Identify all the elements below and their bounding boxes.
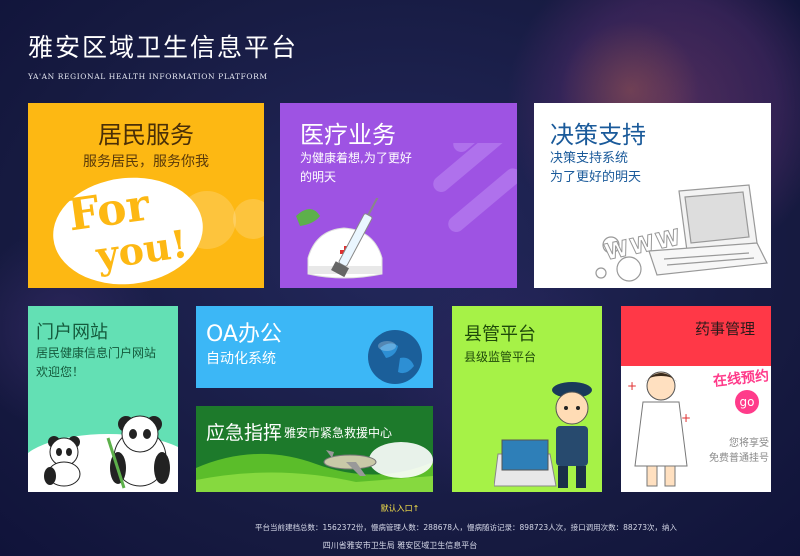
nurse-cap-syringe-icon	[296, 198, 383, 279]
tile-pharmacy-management[interactable]: 药事管理 在线预约 go 您将享受 免费普通挂号 + +	[621, 306, 771, 492]
tile-county-platform[interactable]: 县管平台 县级监管平台	[452, 306, 602, 492]
site-title: 雅安区域卫生信息平台	[28, 33, 299, 62]
tile-medical-business[interactable]: 医疗业务 为健康着想,为了更好 的明天	[280, 103, 517, 288]
tile-subtitle: 居民健康信息门户网站 欢迎您！	[36, 346, 157, 379]
tile-resident-service[interactable]: 居民服务 服务居民，服务你我 For you!	[28, 103, 264, 288]
tile-subtitle: 服务居民，服务你我	[83, 154, 209, 170]
tile-title: 居民服务	[98, 121, 194, 149]
site-header: 雅安区域卫生信息平台 YA'AN REGIONAL HEALTH INFORMA…	[28, 28, 298, 81]
booking-caption: 您将享受 免费普通挂号	[709, 438, 769, 464]
arrow-up-icon: ↑	[412, 504, 420, 513]
nurse-illustration: + +	[627, 371, 691, 487]
go-button[interactable]: go	[735, 390, 759, 414]
svg-text:+: +	[681, 411, 691, 425]
tile-portal-website[interactable]: 门户网站 居民健康信息门户网站 欢迎您！	[28, 306, 178, 492]
tile-title: OA办公	[206, 322, 282, 347]
tile-subtitle: 自动化系统	[206, 351, 276, 367]
stripes-decoration	[433, 143, 517, 232]
svg-text:+: +	[627, 379, 637, 393]
officer-illustration	[494, 382, 592, 488]
tile-title: 药事管理	[694, 320, 755, 338]
tile-oa-office[interactable]: OA办公 自动化系统	[196, 306, 433, 388]
globe-icon	[368, 330, 422, 384]
tile-decision-support[interactable]: 决策支持 决策支持系统 为了更好的明天 WWW	[534, 103, 771, 288]
entry-link[interactable]: 默认入口↑	[0, 503, 800, 514]
platform-stats: 平台当前建档总数：1562372份，慢病管理人数：288678人，慢病随访记录：…	[255, 523, 678, 532]
tile-subtitle: 为健康着想,为了更好 的明天	[300, 151, 412, 184]
panda-cub-icon	[44, 436, 81, 487]
tile-title: 门户网站	[36, 322, 108, 343]
tile-emergency-command[interactable]: 应急指挥 雅安市紧急救援中心	[196, 406, 433, 492]
tile-title: 县管平台	[464, 324, 536, 345]
tile-subtitle: 县级监管平台	[464, 350, 537, 364]
tile-title: 医疗业务	[300, 121, 396, 149]
entry-link-label[interactable]: 默认入口	[381, 504, 413, 513]
site-subtitle: YA'AN REGIONAL HEALTH INFORMATION PLATFO…	[28, 72, 268, 81]
bubble-decoration	[233, 199, 264, 239]
tile-subtitle: 雅安市紧急救援中心	[284, 426, 393, 440]
tile-title: 应急指挥	[206, 422, 283, 444]
tile-title: 决策支持	[550, 121, 646, 149]
copyright: 四川省雅安市卫生局 雅安区域卫生信息平台	[322, 541, 478, 550]
